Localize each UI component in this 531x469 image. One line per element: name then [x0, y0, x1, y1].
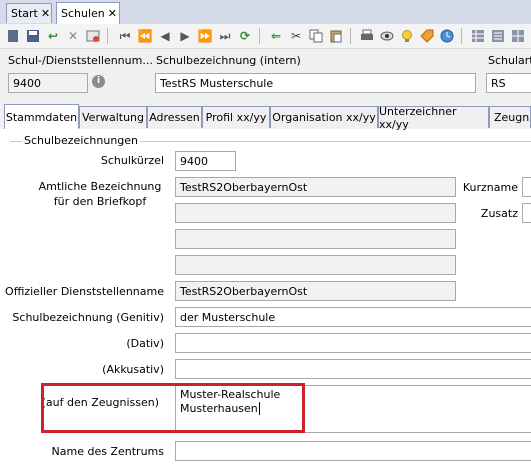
tab-unterzeichner[interactable]: Unterzeichner xx/yy [378, 105, 489, 131]
paste-icon[interactable] [328, 28, 344, 44]
zusatz-field[interactable] [522, 203, 531, 223]
tab-verwaltung[interactable]: Verwaltung [79, 106, 147, 128]
amtlich-label: Amtliche Bezeichnung für den Briefkopf [30, 179, 170, 209]
save-icon[interactable] [25, 28, 41, 44]
toolbar-separator [461, 28, 462, 44]
undo-icon[interactable]: ↩ [45, 28, 61, 44]
document-icon[interactable] [5, 28, 21, 44]
tab-start[interactable]: Start ✕ [6, 3, 52, 23]
table-icon[interactable] [510, 28, 526, 44]
first-record-icon[interactable]: ⏮ [117, 28, 133, 44]
previous-page-icon[interactable]: ⏪ [137, 28, 153, 44]
toolbar-separator [107, 28, 108, 44]
toolbar-separator [350, 28, 351, 44]
tab-adressen[interactable]: Adressen [147, 106, 202, 128]
akkusativ-label: (Akkusativ) [102, 363, 164, 376]
tab-schulen-label: Schulen [61, 7, 105, 20]
info-icon[interactable]: i [92, 75, 105, 88]
refresh-icon[interactable]: ⟳ [237, 28, 253, 44]
school-type-label: Schulart [488, 54, 531, 67]
tab-organisation[interactable]: Organisation xx/yy [270, 106, 378, 128]
school-name-field[interactable]: TestRS Musterschule [155, 73, 476, 93]
tag-icon[interactable] [419, 28, 435, 44]
amtlich-label-line-1: Amtliche Bezeichnung [38, 180, 162, 193]
zentrum-field[interactable] [175, 441, 531, 461]
amtlich-line-1[interactable]: TestRS2OberbayernOst [175, 177, 456, 197]
genitiv-label: Schulbezeichnung (Genitiv) [12, 311, 164, 324]
next-page-icon[interactable]: ⏩ [197, 28, 213, 44]
lightbulb-icon[interactable] [399, 28, 415, 44]
cut-icon[interactable]: ✂ [288, 28, 304, 44]
amtlich-line-2[interactable] [175, 203, 456, 223]
kuerzel-field[interactable]: 9400 [175, 151, 236, 171]
tab-schulen[interactable]: Schulen ✕ [56, 2, 120, 24]
tab-stammdaten[interactable]: Stammdaten [4, 104, 79, 129]
kurzname-label: Kurzname [462, 181, 518, 194]
kuerzel-label: Schulkürzel [100, 154, 164, 167]
delete-icon[interactable]: ✕ [65, 28, 81, 44]
grid-icon[interactable] [470, 28, 486, 44]
tab-start-label: Start [11, 7, 38, 20]
clock-icon[interactable] [439, 28, 455, 44]
amtlich-line-4[interactable] [175, 255, 456, 275]
school-type-field[interactable]: RS [486, 73, 531, 93]
group-title: Schulbezeichnungen [22, 134, 141, 147]
school-number-label: Schul-/Dienststellennum... [8, 54, 153, 67]
zusatz-label: Zusatz [480, 207, 518, 220]
dienststelle-field[interactable]: TestRS2OberbayernOst [175, 281, 456, 301]
amtlich-line-3[interactable] [175, 229, 456, 249]
print-icon[interactable] [359, 28, 375, 44]
amtlich-label-line-2: für den Briefkopf [53, 195, 147, 208]
zentrum-label: Name des Zentrums [51, 445, 164, 458]
next-record-icon[interactable]: ▶ [177, 28, 193, 44]
arrow-left-icon[interactable]: ⇐ [268, 28, 284, 44]
dativ-label: (Dativ) [126, 337, 164, 350]
list-icon[interactable] [490, 28, 506, 44]
school-number-field[interactable]: 9400 [8, 73, 88, 93]
dienststelle-label: Offizieller Dienststellenname [5, 285, 164, 298]
close-icon[interactable]: ✕ [108, 7, 117, 20]
highlight-box [41, 383, 305, 433]
last-record-icon[interactable]: ⏭ [217, 28, 233, 44]
tab-zeugnis[interactable]: Zeugni [489, 106, 531, 128]
akkusativ-field[interactable] [175, 359, 531, 379]
close-icon[interactable]: ✕ [41, 7, 50, 20]
kurzname-field[interactable] [522, 177, 531, 197]
copy-icon[interactable] [308, 28, 324, 44]
delete-record-icon[interactable] [85, 28, 101, 44]
previous-record-icon[interactable]: ◀ [157, 28, 173, 44]
genitiv-field[interactable]: der Musterschule [175, 307, 531, 327]
toolbar-separator [259, 28, 260, 44]
dativ-field[interactable] [175, 333, 531, 353]
tab-profil[interactable]: Profil xx/yy [202, 106, 270, 128]
eye-icon[interactable] [379, 28, 395, 44]
school-name-label: Schulbezeichnung (intern) [156, 54, 301, 67]
